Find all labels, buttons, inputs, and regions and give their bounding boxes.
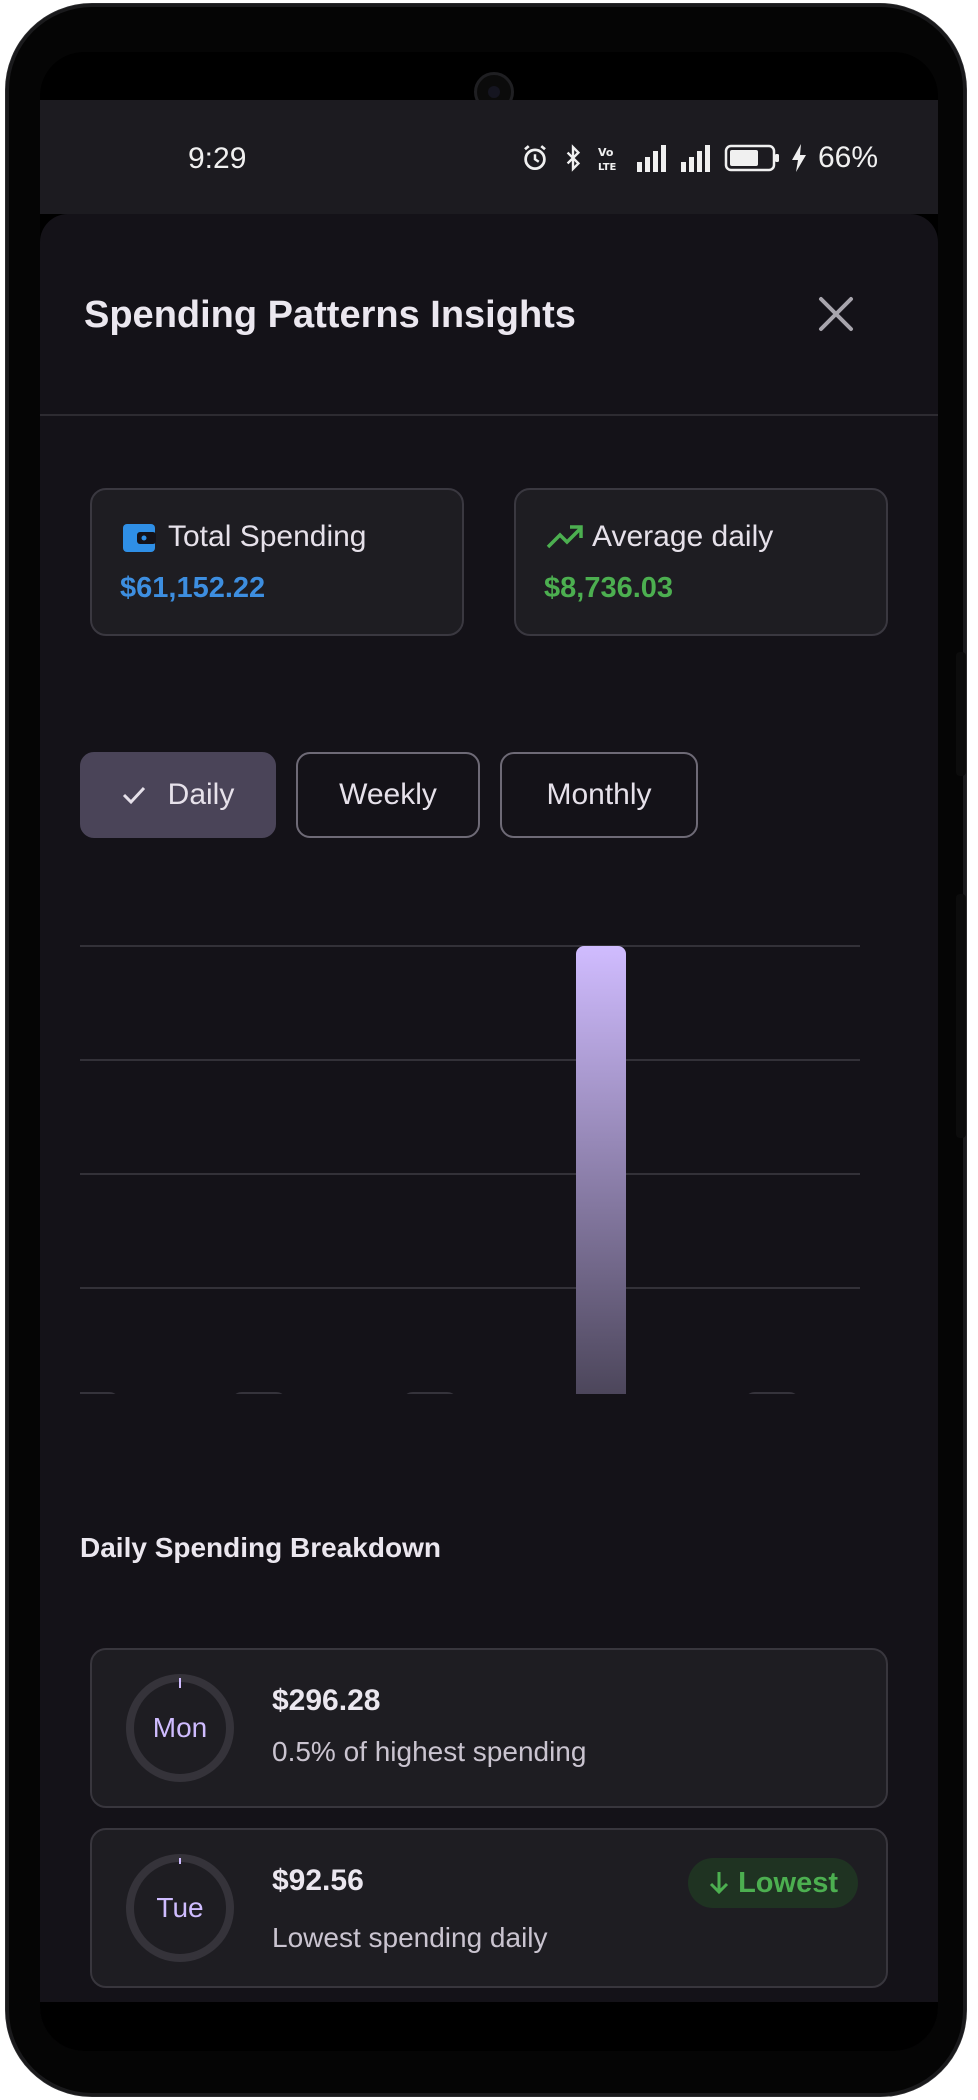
trending-up-icon	[546, 525, 583, 549]
alarm-icon	[524, 145, 546, 170]
check-icon	[122, 786, 145, 805]
average-daily-label: Average daily	[592, 520, 774, 553]
average-daily-card: Average daily $8,736.03	[514, 488, 888, 636]
day-label: Tue	[156, 1892, 204, 1923]
chart-bar-wed[interactable]	[67, 1392, 117, 1394]
average-daily-value: $8,736.03	[544, 572, 674, 604]
day-card-mon[interactable]: Mon $296.28 0.5% of highest spending	[90, 1648, 888, 1808]
volte-icon: Vo LTE	[598, 146, 617, 173]
filter-chip-weekly[interactable]: Weekly	[296, 752, 480, 838]
filter-chip-daily[interactable]: Daily	[80, 752, 276, 838]
close-button[interactable]	[808, 286, 864, 342]
insights-sheet: Spending Patterns Insights Total Spendin…	[40, 214, 938, 2051]
volume-button	[956, 652, 966, 776]
filter-chip-monthly[interactable]: Monthly	[500, 752, 698, 838]
filter-chip-monthly-label: Monthly	[546, 778, 652, 811]
wallet-icon	[123, 524, 156, 552]
header-divider	[40, 414, 938, 416]
signal-icon-2	[680, 145, 710, 172]
spending-bar-chart: edThuFriSatSun	[67, 945, 860, 1394]
day-ring: Tue	[124, 1852, 236, 1964]
arrow-down-icon	[710, 1872, 729, 1895]
sheet-title: Spending Patterns Insights	[84, 294, 576, 336]
charging-icon	[791, 144, 806, 172]
chart-bar-fri[interactable]	[405, 1392, 455, 1394]
filter-chip-weekly-label: Weekly	[339, 778, 437, 811]
close-icon	[819, 297, 853, 331]
chart-bar-sun[interactable]	[747, 1392, 797, 1394]
day-note: 0.5% of highest spending	[272, 1736, 587, 1767]
svg-text:LTE: LTE	[598, 162, 617, 173]
power-button	[956, 894, 966, 1138]
screen: 9:29 Vo LTE 66% Spending Patterns Insight…	[40, 52, 938, 2051]
total-spending-label: Total Spending	[168, 520, 367, 553]
svg-text:Vo: Vo	[598, 146, 614, 159]
signal-icon	[636, 145, 666, 172]
day-amount: $92.56	[272, 1864, 364, 1897]
status-icons: Vo LTE 66%	[520, 140, 878, 176]
chart-bar-thu[interactable]	[234, 1392, 284, 1394]
phone-frame: 9:29 Vo LTE 66% Spending Patterns Insight…	[6, 4, 966, 2096]
day-label: Mon	[152, 1712, 208, 1743]
lowest-badge-label: Lowest	[738, 1866, 838, 1899]
status-time: 9:29	[188, 142, 247, 175]
total-spending-value: $61,152.22	[120, 572, 266, 604]
day-ring: Mon	[124, 1672, 236, 1784]
chart-bar-sat[interactable]	[576, 946, 626, 1394]
day-note: Lowest spending daily	[272, 1922, 548, 1953]
day-amount: $296.28	[272, 1684, 381, 1717]
total-spending-card: Total Spending $61,152.22	[90, 488, 464, 636]
nav-bar	[40, 2002, 938, 2051]
filter-chip-daily-label: Daily	[167, 778, 235, 811]
lowest-badge: Lowest	[688, 1858, 858, 1908]
breakdown-title: Daily Spending Breakdown	[80, 1532, 441, 1563]
day-card-tue[interactable]: Tue $92.56 Lowest spending daily Lowest	[90, 1828, 888, 1988]
battery-percent: 66%	[817, 141, 878, 174]
bluetooth-icon	[566, 144, 581, 172]
battery-icon	[724, 144, 779, 172]
